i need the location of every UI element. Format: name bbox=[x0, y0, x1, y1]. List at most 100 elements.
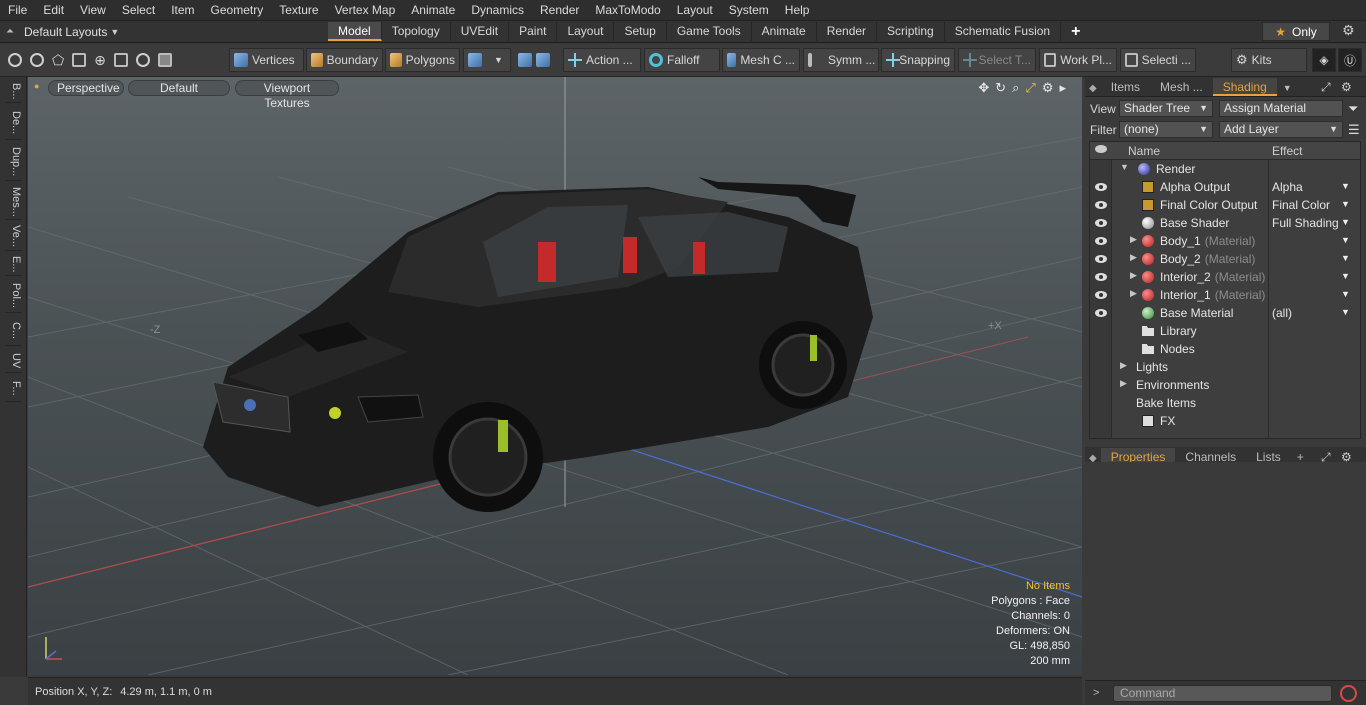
menu-item-vertex-map[interactable]: Vertex Map bbox=[327, 0, 404, 21]
menu-item-maxtomodo[interactable]: MaxToModo bbox=[587, 0, 668, 21]
add-layer-select[interactable]: Add Layer ▼ bbox=[1219, 121, 1343, 138]
menu-item-select[interactable]: Select bbox=[114, 0, 163, 21]
row-effect[interactable]: Alpha bbox=[1272, 180, 1303, 194]
row-effect[interactable]: Final Color bbox=[1272, 198, 1330, 212]
side-tab-4[interactable]: Ve... bbox=[5, 223, 22, 251]
item-mode-icon[interactable] bbox=[157, 53, 172, 67]
row-effect[interactable]: Full Shading bbox=[1272, 216, 1339, 230]
shader-tree-row[interactable]: FX bbox=[1090, 412, 1350, 430]
side-tab-8[interactable]: UV bbox=[5, 349, 22, 373]
expand-arrow-icon[interactable]: ▶ bbox=[1120, 360, 1127, 371]
menu-item-file[interactable]: File bbox=[0, 0, 35, 21]
command-history-arrow-icon[interactable]: > bbox=[1093, 687, 1099, 699]
menu-item-animate[interactable]: Animate bbox=[403, 0, 463, 21]
shader-tree-row[interactable]: Library bbox=[1090, 322, 1350, 340]
menu-item-render[interactable]: Render bbox=[532, 0, 587, 21]
globe-icon[interactable] bbox=[30, 53, 44, 67]
panel-tab-items[interactable]: Items bbox=[1101, 78, 1150, 96]
menu-item-dynamics[interactable]: Dynamics bbox=[463, 0, 532, 21]
shader-tree-row[interactable]: Bake Items bbox=[1090, 394, 1350, 412]
side-tab-9[interactable]: F... bbox=[5, 376, 22, 402]
polygons-button[interactable]: Polygons bbox=[385, 48, 460, 72]
side-tab-5[interactable]: E... bbox=[5, 254, 22, 276]
expand-arrow-icon[interactable]: ▶ bbox=[1130, 288, 1137, 299]
falloff-button[interactable]: Falloff bbox=[644, 48, 720, 72]
visibility-eye-icon[interactable] bbox=[1095, 201, 1107, 209]
panel-dropdown-icon[interactable]: ▼ bbox=[1283, 83, 1292, 93]
lasso-icon[interactable]: ⬠ bbox=[52, 52, 64, 69]
visibility-header-eye-icon[interactable] bbox=[1095, 145, 1107, 153]
side-tab-3[interactable]: Mes... bbox=[5, 184, 22, 220]
menu-item-geometry[interactable]: Geometry bbox=[203, 0, 272, 21]
visibility-eye-icon[interactable] bbox=[1095, 255, 1107, 263]
tab-topology[interactable]: Topology bbox=[382, 22, 451, 41]
mesh-constraint-button[interactable]: Mesh C ... bbox=[722, 48, 800, 72]
shader-tree-row[interactable]: Final Color Output Final Color ▼ bbox=[1090, 196, 1350, 214]
visibility-eye-icon[interactable] bbox=[1095, 183, 1107, 191]
boundary-button[interactable]: Boundary bbox=[306, 48, 383, 72]
viewport-dot-icon[interactable]: ● bbox=[34, 81, 39, 91]
menu-item-layout[interactable]: Layout bbox=[669, 0, 721, 21]
effect-dropdown-icon[interactable]: ▼ bbox=[1341, 289, 1350, 299]
effect-dropdown-icon[interactable]: ▼ bbox=[1341, 217, 1350, 227]
rotate-view-icon[interactable]: ↻ bbox=[995, 80, 1006, 96]
menu-item-help[interactable]: Help bbox=[777, 0, 818, 21]
row-effect[interactable]: (all) bbox=[1272, 306, 1292, 320]
expand-arrow-icon[interactable]: ▶ bbox=[1130, 252, 1137, 263]
visibility-eye-icon[interactable] bbox=[1095, 273, 1107, 281]
collapse-arrow-icon[interactable]: ▼ bbox=[1120, 162, 1129, 172]
list-menu-icon[interactable]: ☰ bbox=[1348, 122, 1360, 138]
menu-item-texture[interactable]: Texture bbox=[271, 0, 326, 21]
menu-item-system[interactable]: System bbox=[721, 0, 777, 21]
tab-uvedit[interactable]: UVEdit bbox=[451, 22, 510, 41]
side-tab-0[interactable]: B... bbox=[5, 81, 22, 103]
filter-select[interactable]: (none) ▼ bbox=[1119, 121, 1213, 138]
falloff-ring-icon[interactable] bbox=[135, 53, 150, 67]
only-toggle-button[interactable]: ★ Only bbox=[1262, 22, 1330, 41]
tab-render[interactable]: Render bbox=[817, 22, 878, 41]
shader-tree-row[interactable]: Alpha Output Alpha ▼ bbox=[1090, 178, 1350, 196]
fit-view-icon[interactable]: ⤢ bbox=[1025, 80, 1035, 96]
shader-tree-row[interactable]: ▶ Lights bbox=[1090, 358, 1350, 376]
shield-settings-icon[interactable] bbox=[536, 53, 550, 67]
work-plane-button[interactable]: Work Pl... bbox=[1039, 48, 1117, 72]
vertices-button[interactable]: Vertices bbox=[229, 48, 304, 72]
shader-tree-row[interactable]: ▶ Interior_2 (Material) ▼ bbox=[1090, 268, 1350, 286]
visibility-eye-icon[interactable] bbox=[1095, 219, 1107, 227]
visibility-eye-icon[interactable] bbox=[1095, 309, 1107, 317]
tab-layout[interactable]: Layout bbox=[557, 22, 615, 41]
panel-tab-mesh[interactable]: Mesh ... bbox=[1150, 78, 1213, 96]
shading-default-button[interactable]: Default bbox=[128, 80, 230, 96]
side-tab-2[interactable]: Dup... bbox=[5, 143, 22, 181]
car-model[interactable] bbox=[203, 177, 873, 512]
tab-paint[interactable]: Paint bbox=[509, 22, 558, 41]
selection-sets-button[interactable]: Selecti ... bbox=[1120, 48, 1196, 72]
assign-material-select[interactable]: Assign Material bbox=[1219, 100, 1343, 117]
tab-model[interactable]: Model bbox=[328, 22, 382, 41]
shader-tree-row[interactable]: ▶ Environments bbox=[1090, 376, 1350, 394]
side-tab-7[interactable]: C... bbox=[5, 316, 22, 346]
viewport-textures-button[interactable]: Viewport Textures bbox=[235, 80, 339, 110]
effect-dropdown-icon[interactable]: ▼ bbox=[1341, 271, 1350, 281]
tab-scripting[interactable]: Scripting bbox=[877, 22, 945, 41]
layers-icon[interactable] bbox=[72, 53, 87, 67]
shader-tree-row[interactable]: Base Shader Full Shading ▼ bbox=[1090, 214, 1350, 232]
unity-icon[interactable]: ◈ bbox=[1312, 48, 1336, 72]
shader-tree-row[interactable]: ▼ Render bbox=[1090, 160, 1350, 178]
panel-gear-icon[interactable]: ⚙ bbox=[1341, 80, 1352, 94]
pivot-icon[interactable] bbox=[113, 53, 128, 67]
pop-out-icon[interactable]: ⤢ bbox=[1321, 80, 1331, 95]
gear-icon[interactable]: ⚙ bbox=[1342, 22, 1355, 39]
effect-dropdown-icon[interactable]: ▼ bbox=[1341, 307, 1350, 317]
zoom-view-icon[interactable]: ⌕ bbox=[1012, 80, 1019, 96]
collapse-arrow-icon[interactable]: ⏶ bbox=[6, 26, 14, 37]
effect-column-header[interactable]: Effect bbox=[1272, 144, 1302, 158]
tab-schematic-fusion[interactable]: Schematic Fusion bbox=[945, 22, 1062, 41]
center-icon[interactable]: ⊕ bbox=[94, 52, 106, 69]
visibility-eye-icon[interactable] bbox=[1095, 291, 1107, 299]
side-tab-1[interactable]: De... bbox=[5, 106, 22, 140]
menu-item-item[interactable]: Item bbox=[163, 0, 202, 21]
layout-selector[interactable]: ⏶ Default Layouts ▼ bbox=[0, 21, 328, 43]
viewport-settings-icon[interactable]: ⚙ bbox=[1042, 80, 1054, 96]
effect-dropdown-icon[interactable]: ▼ bbox=[1341, 235, 1350, 245]
